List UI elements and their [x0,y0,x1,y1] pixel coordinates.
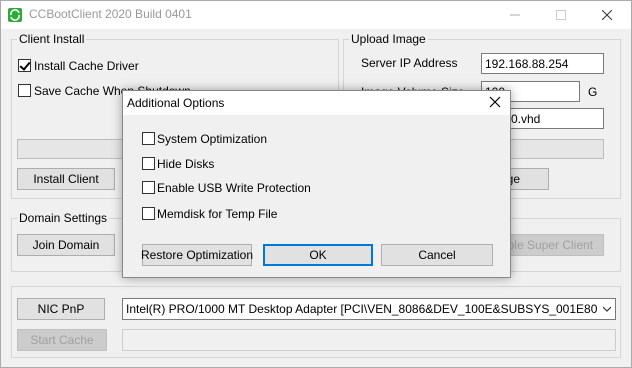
image-file-value: 0.vhd [511,112,541,126]
maximize-button[interactable] [538,1,584,29]
ok-button[interactable]: OK [263,244,373,266]
memdisk-temp-file-checkbox[interactable] [142,207,155,220]
dialog-title-bar: Additional Options [123,91,510,115]
dialog-title: Additional Options [127,96,225,110]
start-cache-button[interactable]: Start Cache [17,329,107,351]
hide-disks-label: Hide Disks [157,157,215,171]
close-button[interactable] [584,1,630,29]
upload-image-label: Upload Image [349,32,428,46]
install-cache-driver-label: Install Cache Driver [34,59,139,73]
adapter-select[interactable]: Intel(R) PRO/1000 MT Desktop Adapter [PC… [122,298,616,320]
image-volume-unit: G [588,85,598,99]
system-optimization-checkbox[interactable] [142,132,155,145]
client-install-label: Client Install [17,32,87,46]
install-client-button[interactable]: Install Client [17,168,115,190]
usb-write-protection-label: Enable USB Write Protection [157,181,311,195]
cancel-button[interactable]: Cancel [381,244,493,266]
window-title: CCBootClient 2020 Build 0401 [29,7,192,21]
join-domain-button[interactable]: Join Domain [17,234,115,256]
memdisk-temp-file-label: Memdisk for Temp File [157,207,278,221]
close-icon [602,10,612,20]
restore-optimization-button[interactable]: Restore Optimization [141,244,253,266]
nic-pnp-button[interactable]: NIC PnP [17,298,105,320]
maximize-icon [556,10,566,20]
usb-write-protection-checkbox[interactable] [142,181,155,194]
title-bar: CCBootClient 2020 Build 0401 [1,1,631,29]
domain-settings-label: Domain Settings [17,211,110,225]
install-cache-driver-checkbox[interactable] [18,59,31,72]
app-icon [8,8,22,22]
hide-disks-checkbox[interactable] [142,157,155,170]
dialog-close-icon[interactable] [488,95,502,109]
cache-status-field [122,329,616,351]
minimize-icon [510,14,520,16]
system-optimization-label: System Optimization [157,132,268,146]
chevron-down-icon [603,306,611,312]
additional-options-dialog: Additional Options System Optimization H… [122,90,511,278]
save-cache-checkbox[interactable] [18,84,31,97]
adapter-selected-value: Intel(R) PRO/1000 MT Desktop Adapter [PC… [126,302,597,316]
server-ip-input[interactable]: 192.168.88.254 [481,53,604,74]
minimize-button[interactable] [492,1,538,29]
server-ip-label: Server IP Address [361,56,458,70]
